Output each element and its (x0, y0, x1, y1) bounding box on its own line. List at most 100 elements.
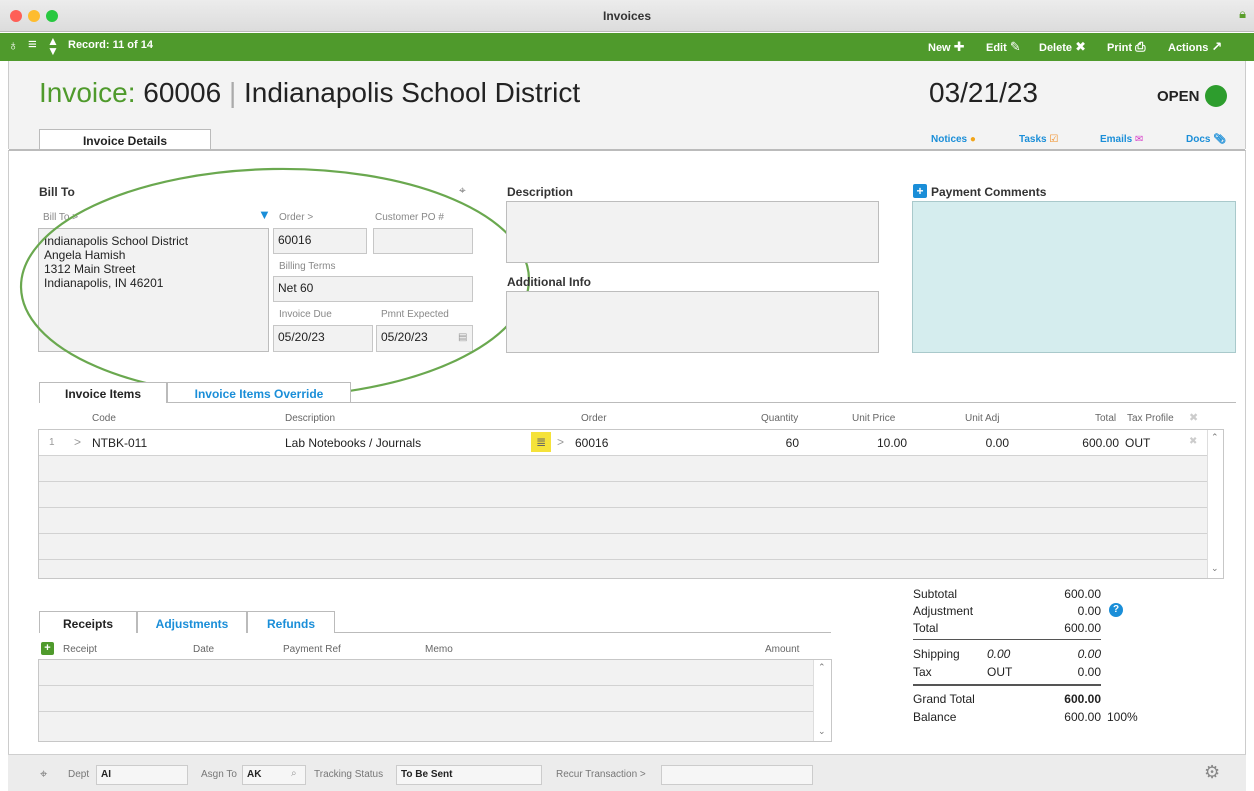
tax-value: 0.00 (1077, 665, 1101, 679)
subtotal-label: Subtotal (913, 587, 958, 601)
clear-column-icon[interactable]: ✖ (1189, 411, 1198, 424)
tab-receipts[interactable]: Receipts (39, 611, 137, 633)
actions-label: Actions (1168, 42, 1209, 54)
asgn-label: Asgn To (201, 769, 237, 780)
table-row[interactable] (39, 508, 1207, 534)
status-label: OPEN (1157, 88, 1200, 105)
tasks-label: Tasks (1019, 134, 1047, 145)
tax-profile-value: OUT (987, 665, 1013, 679)
col-order: Order (581, 413, 607, 424)
item-unit-adj: 0.00 (985, 436, 1009, 450)
record-counter: Record: 11 of 14 (68, 39, 153, 51)
footer-bar: ⌖ Dept AI Asgn To AK ⌕ Tracking Status T… (8, 754, 1246, 791)
col-description: Description (285, 413, 336, 424)
payment-comments-heading: Payment Comments (931, 185, 1047, 199)
list-icon[interactable]: ≡ (28, 36, 37, 53)
payment-comments-field[interactable] (912, 201, 1236, 353)
delete-button[interactable]: Delete ✖ (1039, 39, 1086, 55)
tracking-field[interactable]: To Be Sent (396, 765, 542, 785)
print-label: Print (1107, 42, 1133, 54)
edit-label: Edit (986, 42, 1007, 54)
add-receipt-icon[interactable]: + (41, 642, 54, 655)
receipts-scrollbar[interactable]: ⌃ ⌄ (813, 660, 831, 741)
additional-info-field[interactable] (506, 291, 879, 353)
col-unit-adj: Unit Adj (965, 413, 1000, 424)
table-row[interactable] (39, 686, 813, 712)
tab-refunds[interactable]: Refunds (247, 611, 335, 633)
recur-link[interactable]: Recur Transaction > (556, 769, 646, 780)
table-row[interactable] (39, 712, 813, 741)
invoice-number: 60006 (143, 77, 222, 108)
table-row[interactable] (39, 482, 1207, 508)
add-comment-icon[interactable]: + (913, 184, 927, 198)
total-value: 600.00 (1064, 621, 1101, 635)
notices-label: Notices (931, 134, 968, 145)
description-heading: Description (507, 185, 574, 199)
col-receipt: Receipt (63, 644, 97, 655)
toolbar: ♁ ≡ ▲ ▼ Record: 11 of 14 New ✚ Edit ✎ Del… (0, 33, 1254, 61)
window-title: Invoices (602, 9, 652, 23)
invoice-items-grid: 1 > NTBK-011 Lab Notebooks / Journals ≣ … (38, 429, 1224, 579)
note-icon[interactable]: ≣ (531, 432, 551, 452)
tab-adjustments[interactable]: Adjustments (137, 611, 247, 633)
row-number: 1 (49, 437, 55, 448)
arrow-icon: ↗ (1211, 39, 1223, 54)
actions-button[interactable]: Actions ↗ (1168, 39, 1222, 55)
help-icon[interactable]: ? (1109, 603, 1123, 617)
balance-value: 600.00 (1064, 710, 1101, 724)
print-button[interactable]: Print ⎙ (1107, 39, 1146, 55)
window-titlebar: Invoices 🔒︎ (0, 0, 1254, 32)
new-button[interactable]: New ✚ (928, 39, 965, 55)
globe-icon[interactable]: ♁ (8, 37, 19, 53)
paperclip-icon: 📎︎ (1213, 134, 1226, 145)
adjustment-value: 0.00 (1077, 604, 1101, 618)
tab-invoice-details[interactable]: Invoice Details (39, 129, 211, 150)
tab-invoice-items-override[interactable]: Invoice Items Override (167, 382, 351, 403)
balance-label: Balance (913, 710, 957, 724)
gear-icon[interactable]: ⚙ (1204, 762, 1220, 783)
grand-total-label: Grand Total (913, 692, 975, 706)
receipts-tab-baseline (335, 632, 831, 633)
col-payment-ref: Payment Ref (283, 644, 341, 655)
invoice-date: 03/21/23 (929, 77, 1038, 108)
shipping-input[interactable]: 0.00 (987, 647, 1010, 661)
items-scrollbar[interactable]: ⌃ ⌄ (1207, 430, 1223, 578)
docs-link[interactable]: Docs 📎︎ (1186, 134, 1226, 145)
record-stepper-icon[interactable]: ▲ ▼ (47, 35, 59, 57)
chevron-down-icon[interactable]: ⌄ (818, 726, 826, 737)
edit-button[interactable]: Edit ✎ (986, 39, 1021, 55)
item-total: 600.00 (1082, 436, 1119, 450)
subtotal-value: 600.00 (1064, 587, 1101, 601)
table-row[interactable] (39, 660, 813, 686)
remove-row-icon[interactable]: ✖ (1189, 436, 1197, 447)
tracking-label: Tracking Status (314, 769, 384, 780)
chevron-down-icon[interactable]: ⌄ (1211, 563, 1219, 574)
table-row[interactable] (39, 534, 1207, 560)
col-tax-profile: Tax Profile (1127, 413, 1174, 424)
emails-link[interactable]: Emails ✉ (1100, 134, 1143, 145)
lock-icon: 🔒︎ (1239, 6, 1246, 21)
chevron-up-icon[interactable]: ⌃ (818, 662, 826, 673)
printer-icon: ⎙ (1135, 39, 1146, 54)
dept-field[interactable]: AI (96, 765, 188, 785)
search-icon[interactable]: ⌕ (291, 768, 297, 779)
description-field[interactable] (506, 201, 879, 263)
col-unit-price: Unit Price (852, 413, 896, 424)
order-link-arrow[interactable]: > (557, 435, 564, 449)
table-row[interactable]: 1 > NTBK-011 Lab Notebooks / Journals ≣ … (39, 430, 1223, 456)
invoice-header: Invoice: 60006 | Indianapolis School Dis… (8, 61, 1246, 150)
shipping-label: Shipping (913, 647, 960, 661)
recur-field[interactable] (661, 765, 813, 785)
tasks-link[interactable]: Tasks ☑ (1019, 134, 1058, 145)
grand-total-value: 600.00 (1064, 692, 1101, 706)
status-indicator (1205, 85, 1227, 107)
table-row[interactable] (39, 456, 1207, 482)
notices-link[interactable]: Notices ● (931, 134, 976, 145)
pencil-icon: ✎ (1009, 39, 1021, 54)
chevron-up-icon[interactable]: ⌃ (1211, 432, 1219, 443)
pin-icon[interactable]: ⌖ (40, 766, 47, 782)
tab-invoice-items[interactable]: Invoice Items (39, 382, 167, 403)
row-link-arrow[interactable]: > (74, 435, 81, 449)
new-label: New (928, 42, 951, 54)
summary-divider (913, 639, 1101, 640)
